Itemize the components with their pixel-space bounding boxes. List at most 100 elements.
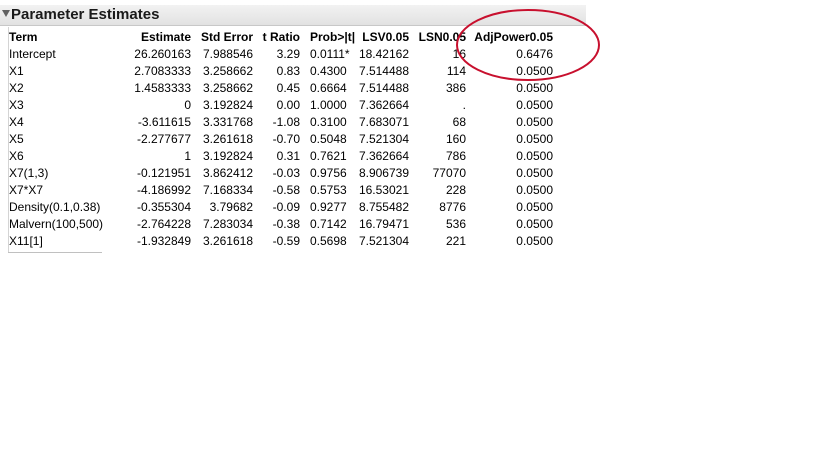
cell-prob: 0.5753 <box>310 183 347 197</box>
table-row: X7(1,3) -0.121951 3.862412 -0.03 0.9756 … <box>9 165 553 182</box>
cell-adj-power: 0.0500 <box>516 166 553 180</box>
cell-std-error: 3.331768 <box>202 115 253 129</box>
cell-t-ratio: 0.31 <box>276 149 300 163</box>
cell-std-error: 7.168334 <box>202 183 253 197</box>
cell-adj-power: 0.0500 <box>516 81 553 95</box>
cell-estimate: -3.611615 <box>137 115 191 129</box>
column-header-prob[interactable]: Prob>|t| <box>300 28 356 46</box>
cell-std-error: 3.258662 <box>202 81 253 95</box>
cell-adj-power: 0.6476 <box>516 47 553 61</box>
cell-adj-power: 0.0500 <box>516 200 553 214</box>
cell-term: X7*X7 <box>9 183 44 197</box>
column-header-adj-power[interactable]: AdjPower0.05 <box>466 28 553 46</box>
column-header-term[interactable]: Term <box>9 28 115 46</box>
cell-prob: 0.7142 <box>310 217 347 231</box>
cell-lsn: 221 <box>445 234 466 248</box>
cell-prob: 0.5048 <box>310 132 347 146</box>
cell-term: X4 <box>9 115 24 129</box>
cell-t-ratio: -0.03 <box>272 166 300 180</box>
column-header-lsv[interactable]: LSV0.05 <box>356 28 409 46</box>
table-row: Malvern(100,500) -2.764228 7.283034 -0.3… <box>9 216 553 233</box>
cell-estimate: 26.260163 <box>134 47 191 61</box>
cell-estimate: -0.355304 <box>136 200 191 214</box>
cell-std-error: 3.258662 <box>202 64 253 78</box>
cell-prob: 0.7621 <box>310 149 347 163</box>
cell-lsn: 160 <box>445 132 466 146</box>
table-row: X1 2.7083333 3.258662 0.83 0.4300 7.5144… <box>9 63 553 80</box>
cell-term: Intercept <box>9 47 56 61</box>
cell-t-ratio: 3.29 <box>276 47 300 61</box>
cell-lsv: 16.79471 <box>358 217 409 231</box>
cell-t-ratio: -1.08 <box>272 115 300 129</box>
cell-term: Density(0.1,0.38) <box>9 200 101 214</box>
cell-lsv: 7.514488 <box>358 64 409 78</box>
parameter-estimates-report: Parameter Estimates Term Estimate Std Er… <box>0 0 586 254</box>
cell-lsv: 8.906739 <box>358 166 409 180</box>
cell-adj-power: 0.0500 <box>516 217 553 231</box>
cell-lsn: 16 <box>452 47 466 61</box>
cell-lsv: 7.362664 <box>358 98 409 112</box>
cell-lsn: 386 <box>445 81 466 95</box>
cell-estimate: -0.121951 <box>136 166 191 180</box>
cell-lsv: 7.683071 <box>358 115 409 129</box>
cell-t-ratio: 0.45 <box>276 81 300 95</box>
cell-term: Malvern(100,500) <box>9 217 104 231</box>
cell-term: X3 <box>9 98 24 112</box>
cell-term: X5 <box>9 132 24 146</box>
cell-t-ratio: -0.38 <box>272 217 300 231</box>
cell-adj-power: 0.0500 <box>516 98 553 112</box>
report-title: Parameter Estimates <box>11 6 160 23</box>
cell-prob: 0.6664 <box>310 81 347 95</box>
cell-std-error: 3.862412 <box>202 166 253 180</box>
cell-term: X11[1] <box>9 234 43 248</box>
cell-term: X2 <box>9 81 24 95</box>
cell-adj-power: 0.0500 <box>516 115 553 129</box>
cell-adj-power: 0.0500 <box>516 183 553 197</box>
cell-lsv: 18.42162 <box>358 47 409 61</box>
cell-adj-power: 0.0500 <box>516 132 553 146</box>
cell-lsv: 7.521304 <box>358 234 409 248</box>
cell-lsn: 114 <box>446 64 466 78</box>
cell-prob: 1.0000 <box>310 98 347 112</box>
cell-estimate: -2.277677 <box>136 132 191 146</box>
cell-lsn: 77070 <box>432 166 466 180</box>
column-header-t-ratio[interactable]: t Ratio <box>253 28 300 46</box>
table-header-row: Term Estimate Std Error t Ratio Prob>|t|… <box>9 28 553 46</box>
cell-lsn: 536 <box>445 217 466 231</box>
cell-prob: 0.9277 <box>310 200 347 214</box>
cell-lsv: 16.53021 <box>358 183 409 197</box>
cell-prob: 0.3100 <box>310 115 347 129</box>
table-body: Intercept 26.260163 7.988546 3.29 0.0111… <box>9 46 553 250</box>
parameter-estimates-table: Term Estimate Std Error t Ratio Prob>|t|… <box>9 28 553 250</box>
column-header-lsn[interactable]: LSN0.05 <box>409 28 466 46</box>
cell-estimate: 1 <box>184 149 191 163</box>
cell-estimate: -1.932849 <box>136 234 191 248</box>
cell-prob: 0.9756 <box>310 166 347 180</box>
cell-prob: 0.4300 <box>310 64 347 78</box>
table-row: X3 0 3.192824 0.00 1.0000 7.362664 . 0.0… <box>9 97 553 114</box>
cell-adj-power: 0.0500 <box>516 64 553 78</box>
cell-lsv: 7.521304 <box>358 132 409 146</box>
cell-std-error: 3.261618 <box>202 132 253 146</box>
column-header-std-error[interactable]: Std Error <box>191 28 253 46</box>
outline-header[interactable]: Parameter Estimates <box>0 5 586 26</box>
cell-t-ratio: 0.00 <box>276 98 300 112</box>
cell-term: X7(1,3) <box>9 166 49 180</box>
table-row: X5 -2.277677 3.261618 -0.70 0.5048 7.521… <box>9 131 553 148</box>
cell-std-error: 7.283034 <box>202 217 253 231</box>
table-row: X6 1 3.192824 0.31 0.7621 7.362664 786 0… <box>9 148 553 165</box>
table-row: X4 -3.611615 3.331768 -1.08 0.3100 7.683… <box>9 114 553 131</box>
cell-estimate: -4.186992 <box>136 183 191 197</box>
cell-std-error: 3.79682 <box>209 200 253 214</box>
cell-prob: 0.0111* <box>310 47 350 61</box>
table-bottom-rule <box>8 252 102 253</box>
cell-term: X1 <box>9 64 24 78</box>
cell-lsv: 7.362664 <box>358 149 409 163</box>
column-header-estimate[interactable]: Estimate <box>115 28 191 46</box>
cell-std-error: 3.192824 <box>202 149 253 163</box>
disclosure-triangle-icon[interactable] <box>2 10 10 17</box>
cell-adj-power: 0.0500 <box>516 149 553 163</box>
cell-t-ratio: 0.83 <box>276 64 300 78</box>
table-row: Density(0.1,0.38) -0.355304 3.79682 -0.0… <box>9 199 553 216</box>
cell-lsv: 7.514488 <box>358 81 409 95</box>
